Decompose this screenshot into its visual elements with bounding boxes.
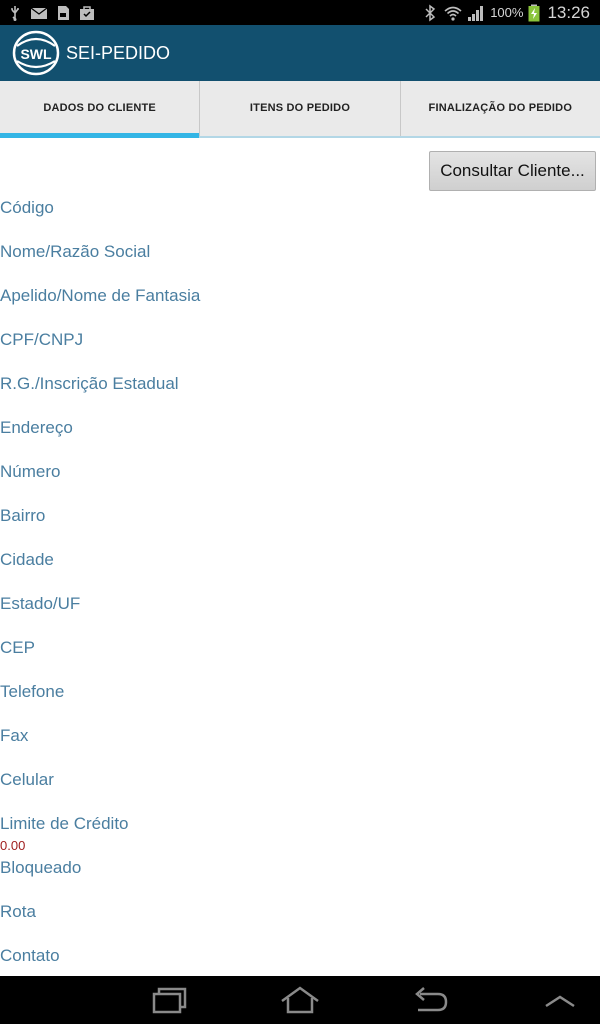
field-label-celular: Celular: [0, 770, 54, 789]
client-form: Consultar Cliente... Código Nome/Razão S…: [0, 138, 600, 976]
field-label-rota: Rota: [0, 902, 36, 921]
field-label-rg-inscricao: R.G./Inscrição Estadual: [0, 374, 179, 393]
usb-icon: [11, 5, 19, 21]
field-label-estado-uf: Estado/UF: [0, 594, 81, 613]
bluetooth-icon: [425, 4, 436, 21]
battery-percent: 100%: [490, 5, 524, 20]
status-bar: 100% 13:26: [0, 0, 600, 25]
tab-bar: DADOS DO CLIENTE ITENS DO PEDIDO FINALIZ…: [0, 81, 600, 138]
email-icon: [30, 7, 48, 19]
field-label-telefone: Telefone: [0, 682, 65, 701]
tab-finalizacao-do-pedido[interactable]: FINALIZAÇÃO DO PEDIDO: [401, 81, 600, 136]
recent-apps-icon[interactable]: [150, 984, 190, 1016]
wifi-icon: [444, 6, 462, 21]
logo-text: SWL: [20, 46, 52, 62]
back-icon[interactable]: [410, 984, 450, 1016]
storage-icon: [58, 5, 69, 20]
field-label-apelido: Apelido/Nome de Fantasia: [0, 286, 201, 305]
swl-logo[interactable]: SWL: [12, 30, 60, 76]
field-label-cpf-cnpj: CPF/CNPJ: [0, 330, 84, 349]
field-label-bloqueado: Bloqueado: [0, 858, 82, 877]
home-icon[interactable]: [280, 984, 320, 1016]
bag-icon: [80, 5, 94, 20]
tab-dados-do-cliente[interactable]: DADOS DO CLIENTE: [0, 81, 201, 138]
notification-icons: [6, 3, 96, 22]
field-label-endereco: Endereço: [0, 418, 73, 437]
field-label-cidade: Cidade: [0, 550, 54, 569]
app-title: SEI-PEDIDO: [66, 43, 171, 63]
tab-itens-do-pedido[interactable]: ITENS DO PEDIDO: [200, 81, 401, 136]
field-label-numero: Número: [0, 462, 61, 481]
navigation-bar: [0, 976, 600, 1024]
field-value-limite-credito: 0.00: [0, 838, 26, 853]
clock: 13:26: [547, 2, 590, 22]
field-label-fax: Fax: [0, 726, 29, 745]
field-label-cep: CEP: [0, 638, 35, 657]
field-label-limite-credito: Limite de Crédito: [0, 814, 129, 833]
battery-charging-icon: [528, 4, 540, 21]
field-label-bairro: Bairro: [0, 506, 46, 525]
chevron-up-icon[interactable]: [540, 984, 580, 1016]
field-label-nome-razao-social: Nome/Razão Social: [0, 242, 151, 261]
consult-client-button[interactable]: Consultar Cliente...: [429, 151, 596, 191]
action-bar: SWL SEI-PEDIDO: [0, 25, 600, 81]
signal-icon: [468, 5, 484, 21]
field-label-contato: Contato: [0, 946, 60, 965]
system-icons: 100% 13:26: [421, 0, 590, 25]
field-label-codigo: Código: [0, 198, 54, 217]
